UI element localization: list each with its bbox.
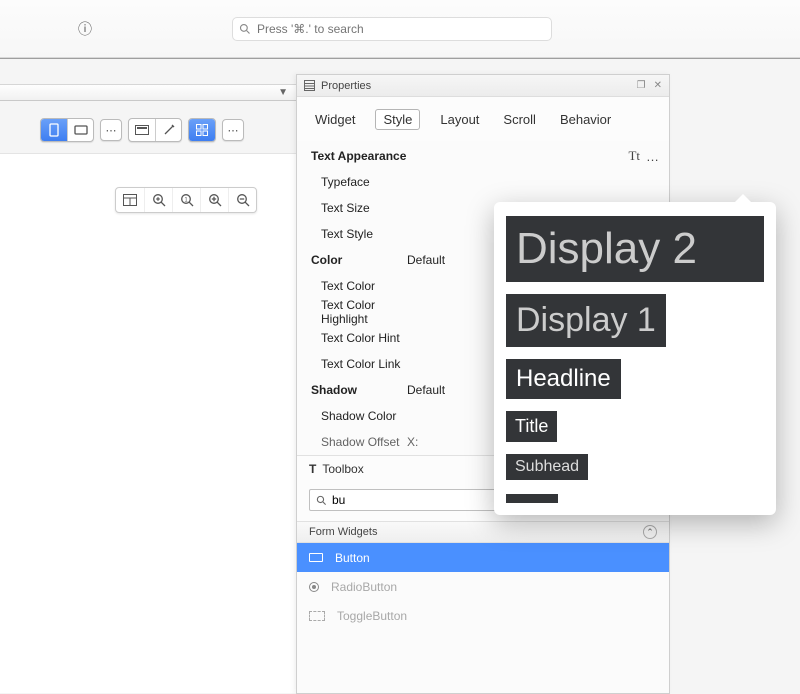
- dark-theme-button[interactable]: [155, 119, 181, 141]
- close-icon[interactable]: ✕: [654, 80, 662, 91]
- prop-text-color-hint[interactable]: Text Color Hint: [297, 331, 407, 345]
- properties-tabs: Widget Style Layout Scroll Behavior: [297, 97, 669, 141]
- zoom-fit-button[interactable]: [144, 188, 172, 212]
- grid-group: [188, 118, 216, 142]
- shadow-offset-x: X:: [407, 435, 467, 449]
- grid-button[interactable]: [189, 119, 215, 141]
- zoom-actual-button[interactable]: 1: [172, 188, 200, 212]
- prop-text-color[interactable]: Text Color: [297, 279, 407, 293]
- option-subhead[interactable]: Subhead: [506, 454, 588, 480]
- view-mode-toolbar: ⋯ ⋯: [40, 118, 244, 142]
- tab-widget[interactable]: Widget: [311, 109, 359, 130]
- phone-portrait-button[interactable]: [41, 119, 67, 141]
- prop-typeface[interactable]: Typeface: [297, 175, 407, 189]
- device-group: [40, 118, 94, 142]
- properties-header: Properties ❐ ✕: [297, 75, 669, 97]
- prop-shadow-offset[interactable]: Shadow Offset: [297, 435, 407, 449]
- button-icon: [309, 553, 323, 562]
- option-headline[interactable]: Headline: [506, 359, 621, 399]
- prop-text-color-link[interactable]: Text Color Link: [297, 357, 407, 371]
- prop-text-style[interactable]: Text Style: [297, 227, 407, 241]
- tab-style[interactable]: Style: [375, 109, 420, 130]
- left-panel-header: ▼: [0, 84, 296, 101]
- search-icon: [239, 23, 251, 35]
- text-appearance-more[interactable]: …: [646, 149, 659, 164]
- toolbox-item-button[interactable]: Button: [297, 543, 669, 572]
- option-display-2[interactable]: Display 2: [506, 216, 764, 282]
- zoom-toolbar: 1: [115, 187, 257, 213]
- layout-bounds-button[interactable]: [116, 188, 144, 212]
- tab-layout[interactable]: Layout: [436, 109, 483, 130]
- text-appearance-popup: Display 2 Display 1 Headline Title Subhe…: [494, 202, 776, 515]
- search-input[interactable]: [257, 22, 545, 36]
- search-icon: [316, 495, 327, 506]
- toolbox-item-togglebutton[interactable]: ToggleButton: [297, 601, 669, 630]
- info-icon[interactable]: ⓘ: [78, 19, 92, 39]
- device-more-button[interactable]: ⋯: [100, 119, 122, 141]
- prop-text-size[interactable]: Text Size: [297, 201, 407, 215]
- toolbox-item-radiobutton[interactable]: RadioButton: [297, 572, 669, 601]
- properties-icon: [304, 80, 315, 91]
- canvas: [0, 153, 296, 693]
- section-text-appearance: Text Appearance Tt …: [297, 143, 669, 169]
- light-theme-button[interactable]: [129, 119, 155, 141]
- zoom-out-button[interactable]: [228, 188, 256, 212]
- maximize-icon[interactable]: ❐: [637, 80, 646, 91]
- prop-shadow-color[interactable]: Shadow Color: [297, 409, 407, 423]
- collapse-icon[interactable]: ⌃: [643, 525, 657, 539]
- toolbox-title: Toolbox: [322, 462, 363, 476]
- global-search[interactable]: [232, 17, 552, 41]
- chevron-down-icon[interactable]: ▼: [278, 87, 288, 98]
- tab-scroll[interactable]: Scroll: [499, 109, 540, 130]
- toggle-icon: [309, 611, 325, 621]
- color-value[interactable]: Default: [407, 253, 467, 267]
- option-display-1[interactable]: Display 1: [506, 294, 666, 347]
- theme-group: [128, 118, 182, 142]
- properties-title: Properties: [321, 80, 371, 92]
- radio-icon: [309, 582, 319, 592]
- text-appearance-picker[interactable]: Tt: [628, 148, 640, 164]
- toolbox-icon: T: [309, 462, 316, 476]
- grid-more-button[interactable]: ⋯: [222, 119, 244, 141]
- toolbox-section-form-widgets[interactable]: Form Widgets ⌃: [297, 521, 669, 543]
- prop-text-color-highlight[interactable]: Text Color Highlight: [297, 298, 407, 326]
- option-more[interactable]: [506, 494, 558, 503]
- tab-behavior[interactable]: Behavior: [556, 109, 615, 130]
- option-title[interactable]: Title: [506, 411, 557, 442]
- toolbar: ⓘ: [0, 0, 800, 58]
- shadow-value[interactable]: Default: [407, 383, 467, 397]
- zoom-in-button[interactable]: [200, 188, 228, 212]
- phone-landscape-button[interactable]: [67, 119, 93, 141]
